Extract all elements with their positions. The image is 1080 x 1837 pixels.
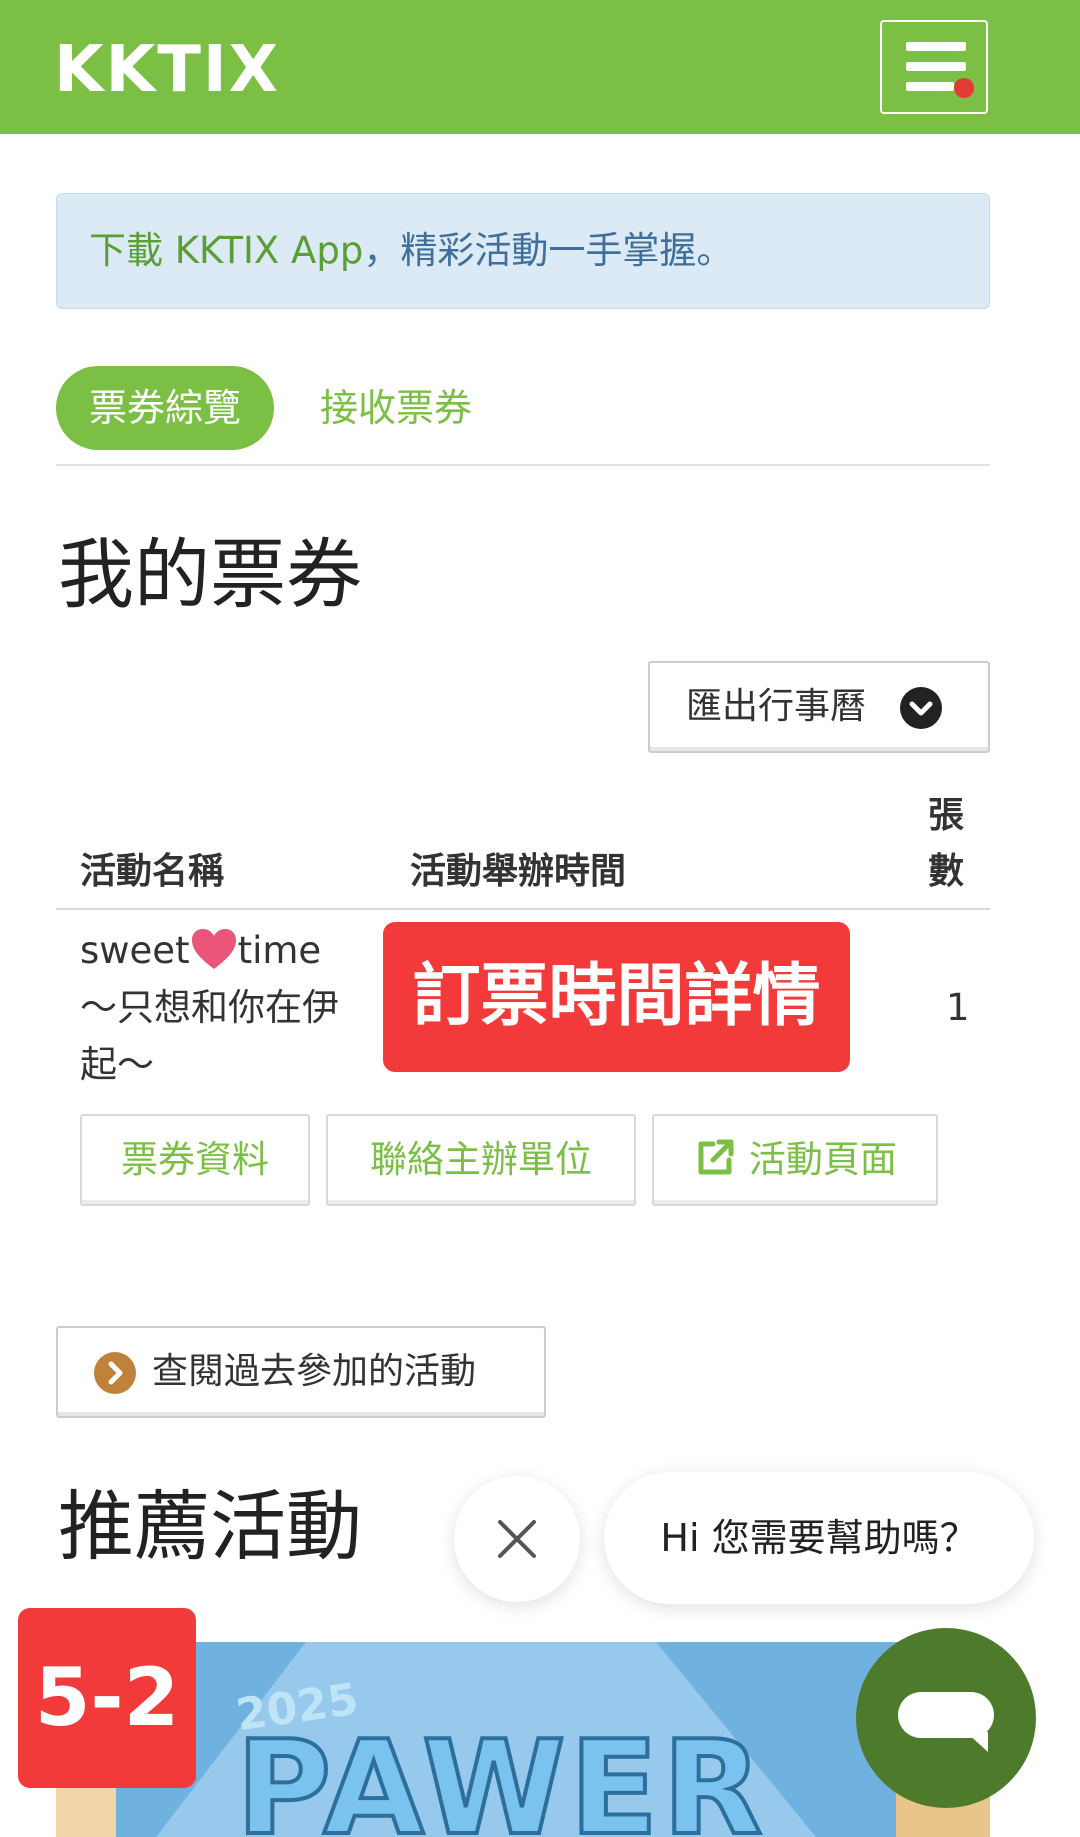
- contact-organizer-button[interactable]: 聯絡主辦單位: [326, 1114, 636, 1206]
- chat-icon: [898, 1692, 994, 1752]
- top-navbar: KKTIX: [0, 0, 1080, 134]
- event-name-line3: 起～: [80, 1043, 154, 1086]
- app-banner-text: ，精彩活動一手掌握。: [363, 229, 734, 272]
- booking-time-overlay-label: 訂票時間詳情: [383, 922, 850, 1072]
- heart-icon: [190, 929, 238, 972]
- column-header-time: 活動舉辦時間: [410, 851, 627, 892]
- menu-icon-bar: [906, 82, 954, 91]
- chat-help-bubble[interactable]: Hi 您需要幫助嗎？: [604, 1472, 1034, 1604]
- chevron-right-circle-icon: [94, 1352, 136, 1394]
- export-calendar-button[interactable]: 匯出行事曆: [648, 661, 990, 753]
- app-download-banner: 下載 KKTIX App，精彩活動一手掌握。: [56, 193, 990, 309]
- external-link-icon: [693, 1138, 737, 1181]
- app-download-link[interactable]: 下載 KKTIX App: [89, 229, 363, 272]
- ticket-info-button[interactable]: 票券資料: [80, 1114, 310, 1206]
- tab-receive-tickets[interactable]: 接收票券: [320, 366, 472, 450]
- table-header-divider: [56, 908, 990, 910]
- menu-icon-bar: [906, 62, 966, 71]
- page-title: 我的票券: [58, 530, 362, 619]
- event-name-line1: sweet time: [80, 922, 321, 979]
- export-calendar-label: 匯出行事曆: [686, 686, 867, 727]
- close-icon: [498, 1520, 536, 1558]
- notification-dot: [954, 78, 974, 98]
- hamburger-menu-icon: [906, 42, 966, 51]
- event-page-button[interactable]: 活動頁面: [652, 1114, 938, 1206]
- past-events-label: 查閱過去參加的活動: [152, 1351, 477, 1392]
- past-events-button[interactable]: 查閱過去參加的活動: [56, 1326, 546, 1418]
- promo-main-text: PAWER: [234, 1710, 767, 1837]
- tab-divider: [56, 464, 990, 466]
- kktix-logo[interactable]: KKTIX: [54, 30, 280, 110]
- event-name-part2: time: [237, 929, 322, 972]
- tab-ticket-overview[interactable]: 票券綜覽: [56, 366, 274, 450]
- ticket-count: 1: [946, 986, 970, 1029]
- column-header-name: 活動名稱: [80, 851, 225, 892]
- recommended-section-title: 推薦活動: [58, 1482, 362, 1571]
- event-page-label: 活動頁面: [748, 1138, 897, 1181]
- chat-launcher-button[interactable]: [856, 1628, 1036, 1808]
- chat-close-button[interactable]: [454, 1476, 580, 1602]
- chevron-down-circle-icon: [900, 687, 942, 729]
- column-header-count-line1: 張: [928, 795, 965, 836]
- step-badge: 5-2: [18, 1608, 196, 1788]
- promo-banner[interactable]: 2025 PAWER: [56, 1642, 990, 1837]
- hamburger-menu-button[interactable]: [880, 20, 988, 114]
- column-header-count-line2: 數: [928, 851, 965, 892]
- event-name-part1: sweet: [80, 929, 190, 972]
- event-name-line2: ～只想和你在伊: [80, 986, 339, 1029]
